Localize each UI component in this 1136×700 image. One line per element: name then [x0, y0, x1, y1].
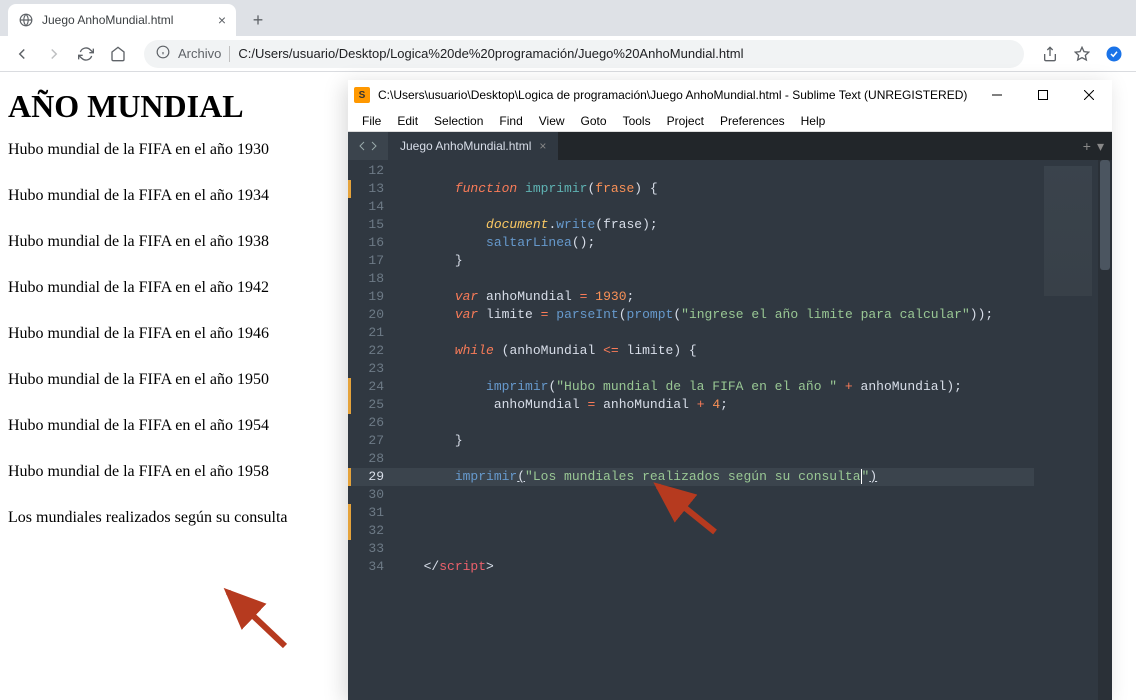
- scroll-thumb[interactable]: [1100, 160, 1110, 270]
- menu-goto[interactable]: Goto: [573, 114, 615, 128]
- minimap[interactable]: [1034, 160, 1098, 700]
- reload-button[interactable]: [72, 40, 100, 68]
- tab-title: Juego AnhoMundial.html: [42, 13, 173, 27]
- menu-help[interactable]: Help: [793, 114, 834, 128]
- sublime-title: C:\Users\usuario\Desktop\Logica de progr…: [378, 88, 967, 102]
- menu-project[interactable]: Project: [659, 114, 712, 128]
- divider: [229, 46, 230, 62]
- tab-menu-icon[interactable]: ▾: [1097, 138, 1104, 155]
- code-area[interactable]: function imprimir(frase) { document.writ…: [396, 160, 1034, 700]
- line-gutter[interactable]: 1213141516171819202122232425262728293031…: [348, 160, 396, 700]
- back-button[interactable]: [8, 40, 36, 68]
- browser-tabbar: Juego AnhoMundial.html × +: [0, 0, 1136, 36]
- editor-tab[interactable]: Juego AnhoMundial.html ×: [388, 132, 559, 160]
- url-text: C:/Users/usuario/Desktop/Logica%20de%20p…: [238, 46, 743, 61]
- browser-tab[interactable]: Juego AnhoMundial.html ×: [8, 4, 236, 36]
- browser-toolbar: Archivo C:/Users/usuario/Desktop/Logica%…: [0, 36, 1136, 72]
- menu-file[interactable]: File: [354, 114, 389, 128]
- sublime-window: S C:\Users\usuario\Desktop\Logica de pro…: [348, 80, 1112, 700]
- editor-body: 1213141516171819202122232425262728293031…: [348, 160, 1112, 700]
- close-button[interactable]: [1066, 80, 1112, 110]
- address-bar[interactable]: Archivo C:/Users/usuario/Desktop/Logica%…: [144, 40, 1024, 68]
- sublime-logo-icon: S: [354, 87, 370, 103]
- minimize-button[interactable]: [974, 80, 1020, 110]
- menu-preferences[interactable]: Preferences: [712, 114, 793, 128]
- scrollbar[interactable]: [1098, 160, 1112, 700]
- editor-tab-label: Juego AnhoMundial.html: [400, 139, 531, 153]
- tab-close-icon[interactable]: ×: [539, 139, 546, 153]
- maximize-button[interactable]: [1020, 80, 1066, 110]
- url-scheme-label: Archivo: [178, 46, 221, 61]
- menu-selection[interactable]: Selection: [426, 114, 491, 128]
- tab-history-arrows[interactable]: [348, 132, 388, 160]
- share-icon[interactable]: [1036, 40, 1064, 68]
- menu-find[interactable]: Find: [491, 114, 530, 128]
- new-tab-button[interactable]: +: [244, 6, 272, 34]
- new-tab-icon[interactable]: +: [1083, 138, 1091, 154]
- check-icon[interactable]: [1100, 40, 1128, 68]
- annotation-arrow: [210, 576, 300, 661]
- sublime-tab-row: Juego AnhoMundial.html × + ▾: [348, 132, 1112, 160]
- globe-icon: [18, 12, 34, 28]
- menu-tools[interactable]: Tools: [615, 114, 659, 128]
- tab-close-icon[interactable]: ×: [218, 12, 226, 28]
- sublime-titlebar[interactable]: S C:\Users\usuario\Desktop\Logica de pro…: [348, 80, 1112, 110]
- forward-button[interactable]: [40, 40, 68, 68]
- home-button[interactable]: [104, 40, 132, 68]
- menu-view[interactable]: View: [531, 114, 573, 128]
- menu-edit[interactable]: Edit: [389, 114, 426, 128]
- star-icon[interactable]: [1068, 40, 1096, 68]
- sublime-menubar: File Edit Selection Find View Goto Tools…: [348, 110, 1112, 132]
- info-icon: [156, 45, 170, 62]
